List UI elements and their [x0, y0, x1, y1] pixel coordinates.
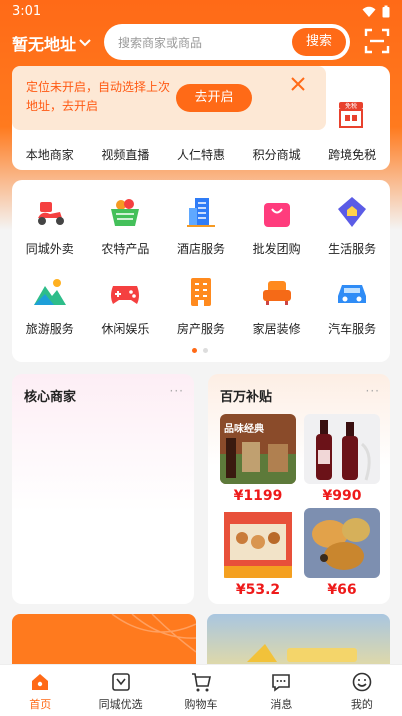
product-caption: 品味经典 [224, 422, 264, 435]
car-icon [338, 285, 367, 303]
service-food-delivery[interactable]: 同城外卖 [12, 194, 88, 274]
product-card[interactable]: ¥990 [304, 414, 380, 504]
page-indicator [192, 348, 208, 353]
product-card[interactable]: ¥53.2 [220, 508, 296, 598]
property-icon [190, 278, 211, 306]
service-real-estate[interactable]: 房产服务 [163, 274, 239, 354]
page-dot-active [192, 348, 197, 353]
search-bar[interactable]: 搜索商家或商品 搜索 [104, 24, 350, 60]
basket-icon [111, 199, 140, 226]
million-subsidy-section: 百万补贴 ··· 品味经典 ¥1199 ¥990 ¥53.2 ¥66 [208, 374, 390, 604]
chat-icon [272, 674, 291, 692]
cart-icon [192, 673, 212, 692]
product-price: ¥53.2 [235, 582, 281, 598]
quick-nav-local-merchants[interactable]: 本地商家 [12, 146, 88, 163]
tab-label: 我的 [350, 698, 373, 711]
service-wholesale[interactable]: 批发团购 [239, 194, 315, 274]
service-label: 批发团购 [252, 242, 301, 256]
services-grid: 同城外卖 农特产品 酒店服务 批发团购 生活服务 旅游服务 休闲娱乐 房产服务 [12, 194, 390, 354]
service-label: 同城外卖 [25, 242, 74, 256]
tab-messages[interactable]: 消息 [241, 665, 321, 716]
service-label: 酒店服务 [176, 242, 225, 256]
service-label: 汽车服务 [328, 322, 377, 336]
tab-cart[interactable]: 购物车 [161, 665, 241, 716]
sofa-icon [262, 281, 291, 305]
top-bar: 暂无地址 搜索商家或商品 搜索 [0, 22, 402, 62]
service-life[interactable]: 生活服务 [314, 194, 390, 274]
status-bar: 3:01 [0, 0, 402, 24]
location-banner-message: 定位未开启，自动选择上次地址，去开启 [26, 80, 171, 113]
check-box-icon [111, 673, 130, 691]
scan-icon[interactable] [364, 28, 390, 54]
service-label: 房产服务 [176, 322, 225, 336]
tab-label: 购物车 [184, 698, 218, 711]
location-label: 暂无地址 [12, 35, 77, 54]
enable-location-button[interactable]: 去开启 [176, 84, 252, 112]
core-merchants-section[interactable]: 核心商家 ··· [12, 374, 194, 604]
service-label: 家居装修 [252, 322, 301, 336]
product-price: ¥1199 [233, 488, 283, 504]
search-button[interactable]: 搜索 [292, 28, 346, 56]
close-icon[interactable] [290, 76, 306, 92]
service-home-decor[interactable]: 家居装修 [239, 274, 315, 354]
page-dot [203, 348, 208, 353]
service-hotel[interactable]: 酒店服务 [163, 194, 239, 274]
product-price: ¥66 [327, 582, 357, 598]
search-placeholder: 搜索商家或商品 [118, 36, 203, 50]
million-subsidy-more[interactable]: ··· [366, 384, 380, 398]
service-label: 休闲娱乐 [101, 322, 150, 336]
scooter-icon [37, 202, 64, 225]
tab-local-picks[interactable]: 同城优选 [80, 665, 160, 716]
duty-free-shop-icon[interactable]: 免税 [336, 100, 366, 130]
quick-nav-points-mall[interactable]: 积分商城 [239, 146, 315, 163]
chevron-down-icon [79, 39, 91, 47]
product-image [304, 414, 380, 484]
quick-nav-labels: 本地商家 视频直播 人仁特惠 积分商城 跨境免税 [12, 146, 390, 163]
product-card[interactable]: ¥66 [304, 508, 380, 598]
promo-banner-graphic [247, 644, 357, 662]
building-icon [186, 198, 215, 227]
product-image [220, 508, 296, 578]
service-travel[interactable]: 旅游服务 [12, 274, 88, 354]
home-location-icon [338, 197, 367, 227]
service-label: 农特产品 [101, 242, 150, 256]
wifi-icon [362, 6, 376, 17]
duty-free-badge-text: 免税 [345, 102, 357, 110]
quick-nav-live-video[interactable]: 视频直播 [88, 146, 164, 163]
product-price: ¥990 [322, 488, 362, 504]
quick-nav-duty-free[interactable]: 跨境免税 [314, 146, 390, 163]
service-farm-products[interactable]: 农特产品 [88, 194, 164, 274]
tab-label: 首页 [29, 698, 52, 711]
location-permission-banner: 定位未开启，自动选择上次地址，去开启 去开启 [12, 66, 326, 130]
services-card: 同城外卖 农特产品 酒店服务 批发团购 生活服务 旅游服务 休闲娱乐 房产服务 [12, 180, 390, 362]
tab-label: 消息 [270, 698, 293, 711]
service-auto[interactable]: 汽车服务 [314, 274, 390, 354]
bottom-tab-bar: 首页 同城优选 购物车 消息 我的 [0, 664, 402, 716]
product-image: 品味经典 [220, 414, 296, 484]
mountain-icon [33, 279, 66, 305]
product-card[interactable]: 品味经典 ¥1199 [220, 414, 296, 504]
service-entertainment[interactable]: 休闲娱乐 [88, 274, 164, 354]
shopping-bag-icon [263, 203, 290, 227]
tab-home[interactable]: 首页 [0, 665, 80, 716]
tab-profile[interactable]: 我的 [322, 665, 402, 716]
service-label: 生活服务 [328, 242, 377, 256]
status-time: 3:01 [12, 4, 42, 19]
tab-label: 同城优选 [98, 698, 143, 711]
core-merchants-title: 核心商家 [24, 390, 77, 405]
core-merchants-more[interactable]: ··· [170, 384, 184, 398]
home-icon [32, 674, 49, 690]
product-image [304, 508, 380, 578]
quick-nav-special-offers[interactable]: 人仁特惠 [163, 146, 239, 163]
million-subsidy-title: 百万补贴 [220, 390, 273, 405]
promo-wave-pattern [111, 613, 197, 653]
location-selector[interactable]: 暂无地址 [12, 31, 92, 55]
gamepad-icon [111, 286, 140, 304]
smiley-icon [352, 672, 372, 692]
battery-icon [382, 5, 390, 18]
service-label: 旅游服务 [25, 322, 74, 336]
